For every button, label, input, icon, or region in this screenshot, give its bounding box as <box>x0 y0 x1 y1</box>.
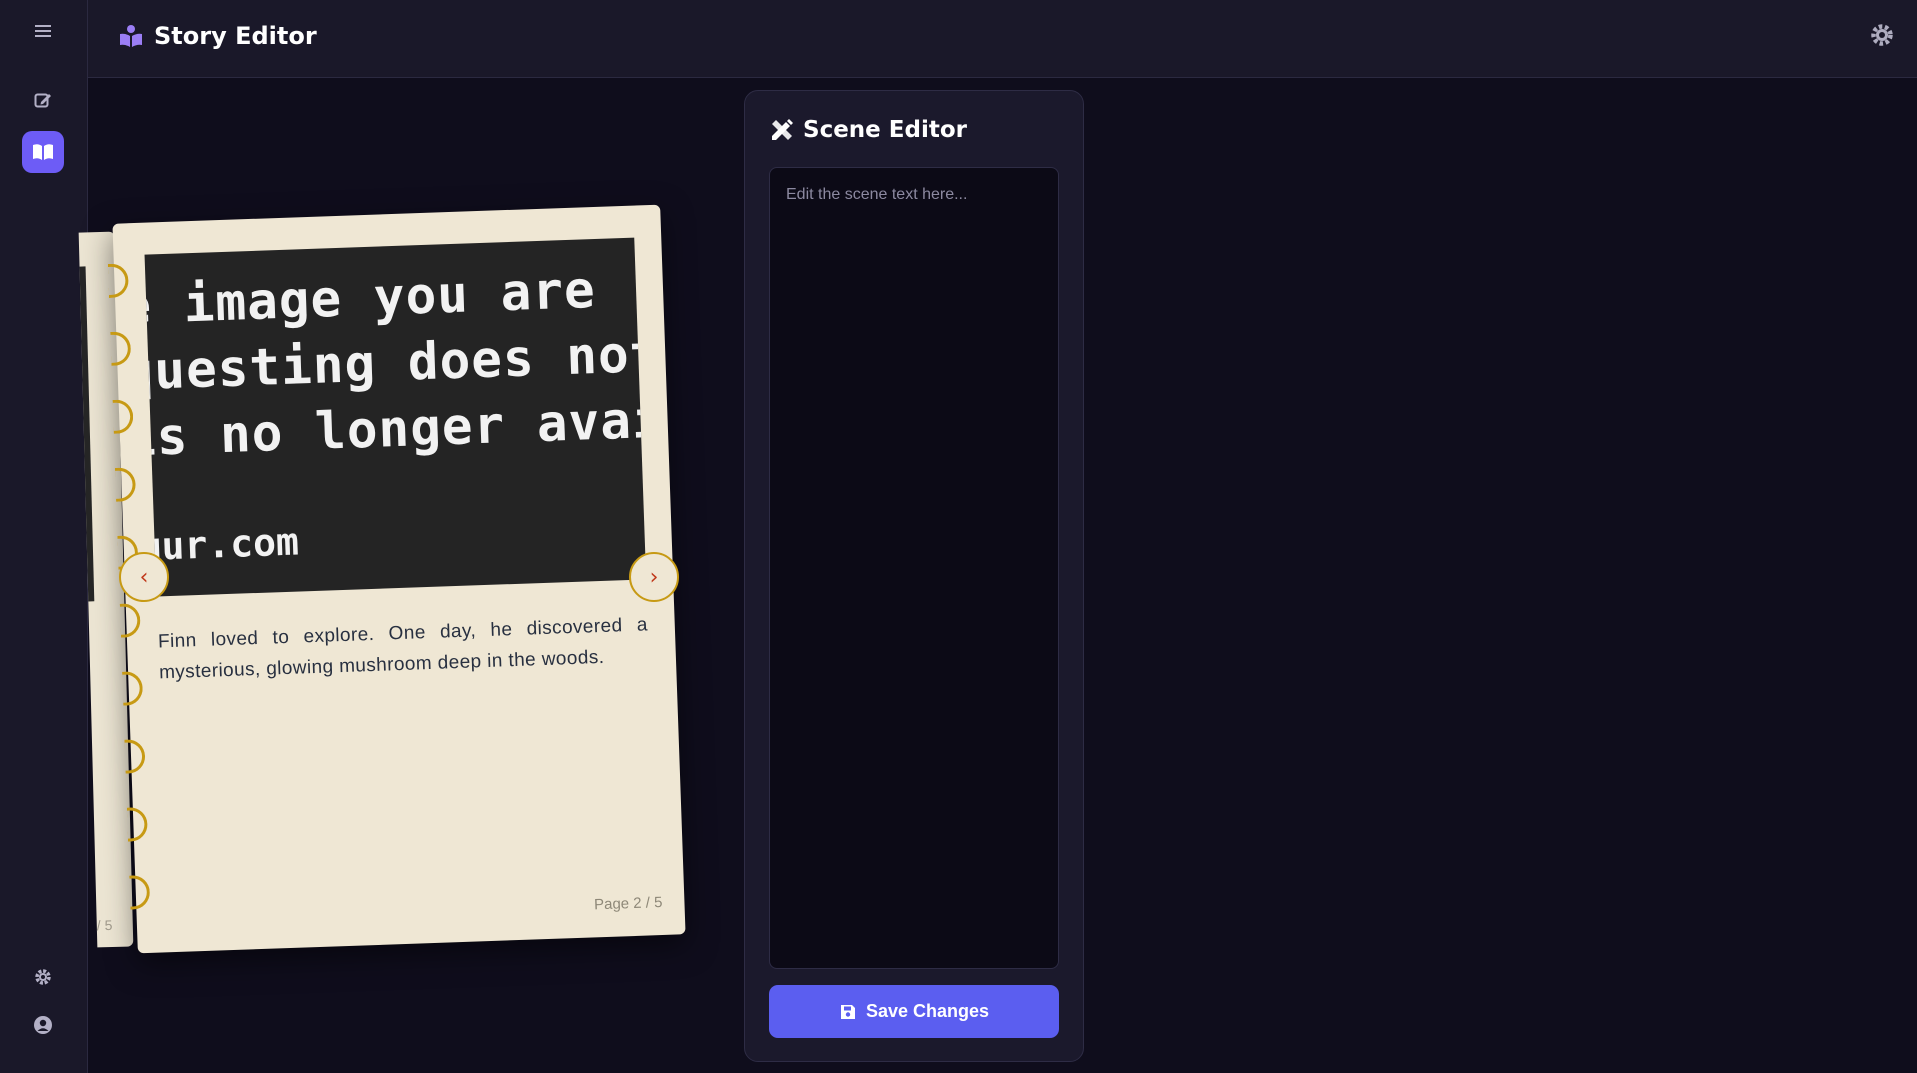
save-button-label: Save Changes <box>865 1001 990 1021</box>
scene-text-input[interactable] <box>769 167 1059 969</box>
binder-ring <box>114 467 137 502</box>
book-icon <box>33 144 53 160</box>
book-reader-icon <box>120 25 142 47</box>
pencil-ruler-icon <box>772 119 793 140</box>
sidebar-item-edit[interactable] <box>22 79 64 121</box>
binder-ring <box>107 263 130 298</box>
binder-ring <box>110 331 132 366</box>
app-title: Story Editor <box>154 22 317 50</box>
scene-editor-header: Scene Editor <box>769 117 967 143</box>
chevron-right-icon: › <box>649 564 659 590</box>
top-header: Story Editor <box>88 0 1917 78</box>
menu-icon <box>35 25 51 37</box>
previous-page-number: / 5 <box>96 916 113 934</box>
sidebar-item-settings[interactable] <box>22 956 64 998</box>
sidebar <box>0 0 88 1073</box>
edit-icon <box>34 93 51 108</box>
scene-text: Finn loved to explore. One day, he disco… <box>157 614 649 684</box>
scene-editor-title: Scene Editor <box>803 117 967 143</box>
next-page-button[interactable]: › <box>629 552 679 602</box>
sidebar-item-book[interactable] <box>22 131 64 173</box>
binder-ring <box>112 399 134 434</box>
binder-ring <box>122 671 144 706</box>
header-settings-button[interactable] <box>1867 20 1897 50</box>
binder-ring <box>119 603 141 638</box>
page-number: Page 2 / 5 <box>593 894 663 914</box>
brand: Story Editor <box>118 20 317 52</box>
gear-icon <box>1871 24 1893 46</box>
image-text-line: questing does not ex <box>144 321 647 403</box>
image-text-domain: gur.com <box>144 519 300 570</box>
scene-image: e image you are questing does not ex is … <box>144 237 647 597</box>
gear-icon <box>35 969 51 985</box>
scene-editor-panel: Scene Editor Save Changes <box>744 90 1084 1062</box>
binder-ring <box>126 806 148 842</box>
previous-page-button[interactable]: ‹ <box>119 552 169 602</box>
story-page: e image you are questing does not ex is … <box>107 204 686 954</box>
image-text-line: e image you are <box>144 260 597 337</box>
chevron-left-icon: ‹ <box>139 564 149 590</box>
floppy-disk-icon <box>840 1004 855 1019</box>
menu-toggle-button[interactable] <box>22 10 64 52</box>
binder-ring <box>129 874 151 910</box>
save-changes-button[interactable]: Save Changes <box>769 985 1059 1038</box>
sidebar-item-profile[interactable] <box>22 1004 64 1046</box>
user-circle-icon <box>34 1016 52 1034</box>
binder-ring <box>124 738 146 774</box>
